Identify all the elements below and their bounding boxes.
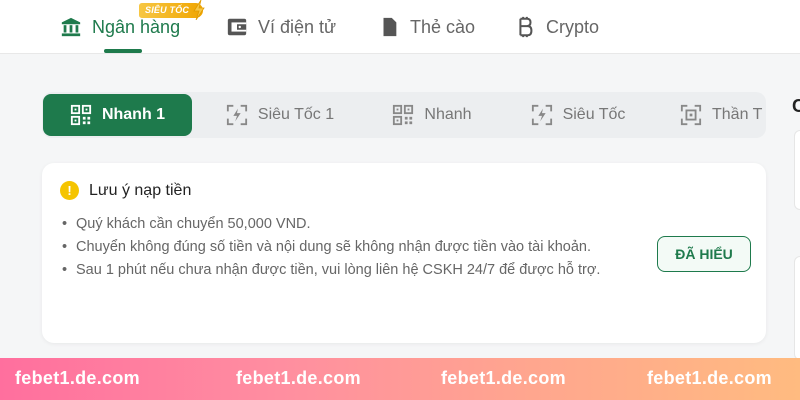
watermark-text: febet1.de.com [15, 368, 140, 388]
fast-scan-icon [226, 104, 248, 126]
active-tab-indicator [104, 49, 142, 53]
tab-bank-label: Ngân hàng [92, 16, 181, 37]
method-tab-label: Nhanh [424, 106, 472, 123]
method-tab-label: Siêu Tốc [562, 106, 626, 123]
fast-scan-icon [531, 104, 553, 126]
fast-badge: SIÊU TỐC [139, 0, 205, 20]
tab-ewallet[interactable]: Ví điện tử [226, 0, 336, 54]
method-tab-label: Nhanh 1 [101, 106, 166, 123]
side-panel-card [794, 256, 800, 360]
sim-card-icon [378, 16, 400, 38]
side-panel-heading: C [792, 96, 800, 116]
method-tab-sieu-toc-1[interactable]: Siêu Tốc 1 [214, 92, 346, 138]
bitcoin-icon [514, 16, 536, 38]
notice-list: Quý khách cần chuyển 50,000 VND. Chuyển … [62, 213, 642, 282]
method-tab-than-toc[interactable]: Thần T [674, 92, 766, 138]
notice-item: Chuyển không đúng số tiền và nội dung sẽ… [62, 236, 642, 259]
deposit-notice-card: ! Lưu ý nạp tiền Quý khách cần chuyển 50… [42, 163, 766, 343]
watermark-text: febet1.de.com [236, 368, 361, 388]
notice-title: Lưu ý nạp tiền [89, 181, 192, 199]
method-tab-nhanh-1[interactable]: Nhanh 1 [43, 94, 192, 136]
notice-item: Quý khách cần chuyển 50,000 VND. [62, 213, 642, 236]
bank-icon [60, 16, 82, 38]
understood-button[interactable]: ĐÃ HIỂU [657, 236, 751, 272]
method-tab-sieu-toc[interactable]: Siêu Tốc [522, 92, 634, 138]
watermark-banner: febet1.de.com febet1.de.com febet1.de.co… [0, 358, 800, 400]
tab-crypto-label: Crypto [546, 16, 600, 37]
wallet-icon [226, 16, 248, 38]
bolt-icon [193, 0, 205, 20]
side-panel-card [794, 130, 800, 210]
tab-ewallet-label: Ví điện tử [258, 16, 337, 37]
watermark-text: febet1.de.com [647, 368, 772, 388]
warning-icon: ! [60, 181, 79, 200]
notice-header: ! Lưu ý nạp tiền [60, 181, 191, 200]
payment-category-tabs: Ngân hàng SIÊU TỐC Ví điện tử Thẻ cào Cr… [0, 0, 800, 54]
scan-frame-icon [680, 104, 702, 126]
tab-scratch-card-label: Thẻ cào [410, 16, 476, 37]
tab-crypto[interactable]: Crypto [514, 0, 599, 54]
qr-icon [70, 104, 92, 126]
tab-scratch-card[interactable]: Thẻ cào [378, 0, 475, 54]
method-tab-label: Siêu Tốc 1 [257, 106, 335, 123]
deposit-method-tabs: Nhanh 1 Siêu Tốc 1 Nhanh Siêu Tốc Thần T [42, 92, 766, 138]
qr-icon [392, 104, 414, 126]
method-tab-label: Thần T [712, 106, 763, 123]
method-tab-nhanh[interactable]: Nhanh [382, 92, 482, 138]
watermark-text: febet1.de.com [441, 368, 566, 388]
notice-item: Sau 1 phút nếu chưa nhận được tiền, vui … [62, 259, 642, 282]
